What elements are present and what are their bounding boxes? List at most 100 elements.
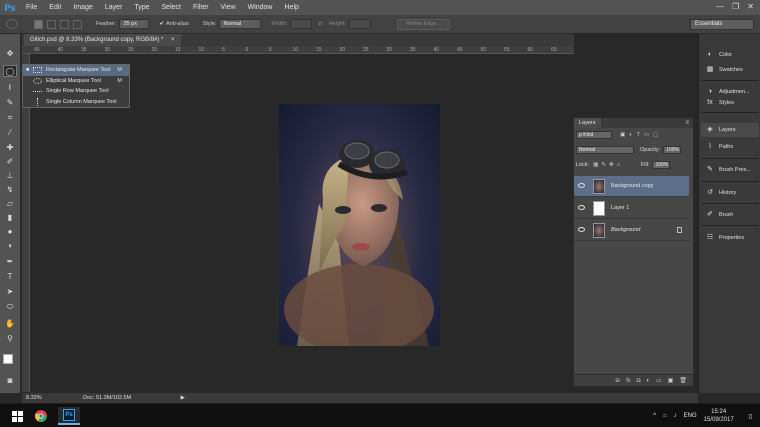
network-icon[interactable]: ⌂	[663, 413, 667, 419]
dodge-tool-icon[interactable]: ◖	[3, 240, 17, 252]
quick-selection-icon[interactable]: ✎	[3, 97, 17, 109]
width-input[interactable]	[290, 19, 313, 29]
pen-tool-icon[interactable]: ✒	[3, 256, 17, 268]
document-image[interactable]	[279, 104, 440, 346]
panel-styles[interactable]: fx Styles	[701, 99, 759, 107]
marquee-preset-icon[interactable]	[6, 19, 18, 29]
zoom-level[interactable]: 8.33%	[26, 395, 42, 401]
history-brush-icon[interactable]: ↯	[3, 184, 17, 196]
photoshop-taskbar-icon[interactable]: Ps	[58, 407, 80, 425]
subtract-selection-icon[interactable]	[60, 19, 69, 29]
panel-history[interactable]: ↺ History	[701, 186, 759, 200]
visibility-eye-icon[interactable]	[578, 205, 585, 210]
visibility-eye-icon[interactable]	[578, 227, 585, 232]
notifications-icon[interactable]: ▯	[749, 413, 752, 420]
lock-options-icons[interactable]: ▦✎✥⌂	[593, 162, 623, 168]
healing-brush-icon[interactable]: ✚	[3, 142, 17, 154]
delete-layer-icon[interactable]: 🗑	[679, 377, 687, 384]
language-indicator[interactable]: ENG	[684, 413, 697, 419]
menu-layer[interactable]: Layer	[99, 0, 129, 15]
panel-divider	[701, 181, 759, 182]
layer-row-background[interactable]: Background	[574, 220, 689, 241]
new-selection-icon[interactable]	[34, 19, 43, 29]
clock[interactable]: 15:24 15/09/2017	[704, 408, 734, 424]
menu-image[interactable]: Image	[67, 0, 98, 15]
flyout-single-column-marquee[interactable]: Single Column Marquee Tool	[23, 97, 129, 108]
lock-row: Lock: ▦✎✥⌂ Fill: 100%	[576, 160, 692, 170]
move-tool-icon[interactable]: ✥	[3, 48, 17, 60]
anti-alias-check-icon[interactable]: ✔	[159, 21, 164, 27]
clone-stamp-icon[interactable]: ⊥	[3, 170, 17, 182]
new-group-icon[interactable]: ▭	[656, 377, 662, 384]
close-icon[interactable]: ✕	[747, 2, 754, 11]
zoom-tool-icon[interactable]: ⚲	[3, 333, 17, 345]
path-selection-icon[interactable]: ➤	[3, 286, 17, 298]
chrome-icon[interactable]	[30, 407, 52, 425]
foreground-color-swatch[interactable]	[3, 354, 13, 364]
menu-filter[interactable]: Filter	[187, 0, 215, 15]
visibility-eye-icon[interactable]	[578, 183, 585, 188]
lasso-tool-icon[interactable]: ℓ	[3, 82, 17, 94]
style-select[interactable]: Normal	[219, 19, 262, 29]
menu-help[interactable]: Help	[279, 0, 305, 15]
adjustment-layer-icon[interactable]: ◐	[646, 378, 650, 384]
intersect-selection-icon[interactable]	[73, 19, 82, 29]
layer-row-background-copy[interactable]: Background copy	[574, 176, 689, 197]
menu-type[interactable]: Type	[128, 0, 155, 15]
panel-properties[interactable]: ☷ Properties	[701, 231, 759, 245]
blur-tool-icon[interactable]: ●	[3, 226, 17, 238]
flyout-rectangular-marquee[interactable]: ■ Rectangular Marquee Tool M	[23, 65, 129, 76]
panel-paths[interactable]: ⌇ Paths	[701, 140, 759, 154]
shape-tool-icon[interactable]: ⬭	[3, 301, 17, 313]
swap-dimensions-icon[interactable]: ⇄	[318, 21, 323, 27]
tray-expand-icon[interactable]: ^	[653, 413, 656, 419]
panel-brush[interactable]: ✐ Brush	[701, 208, 759, 222]
height-input[interactable]	[349, 19, 372, 29]
fill-input[interactable]: 100%	[652, 161, 671, 169]
flyout-single-row-marquee[interactable]: Single Row Marquee Tool	[23, 86, 129, 97]
link-layers-icon[interactable]: ⊖	[615, 377, 620, 384]
add-selection-icon[interactable]	[47, 19, 56, 29]
filter-type-icons[interactable]: ▣◐T▭▢	[620, 132, 662, 138]
blend-mode-select[interactable]: Normal	[576, 146, 634, 154]
status-menu-arrow-icon[interactable]: ▶	[181, 395, 185, 401]
panel-label: Paths	[719, 144, 734, 150]
feather-input[interactable]: 25 px	[119, 19, 150, 29]
filter-kind-select[interactable]: ρ Kind	[576, 131, 612, 139]
panel-color[interactable]: ◐ Color	[701, 48, 759, 62]
marquee-tool-icon[interactable]: ◯	[3, 65, 17, 77]
volume-icon[interactable]: ♪	[674, 413, 677, 419]
flyout-elliptical-marquee[interactable]: Elliptical Marquee Tool M	[23, 76, 129, 87]
type-tool-icon[interactable]: T	[3, 271, 17, 283]
quick-mask-icon[interactable]: ◙	[3, 375, 17, 387]
brush-tool-icon[interactable]: ✐	[3, 156, 17, 168]
panel-layers[interactable]: ◈ Layers	[701, 123, 759, 137]
panel-swatches[interactable]: ▦ Swatches	[701, 63, 759, 77]
document-tab[interactable]: Glitch.psd @ 8.33% (Background copy, RGB…	[24, 34, 181, 46]
restore-icon[interactable]: ❐	[732, 2, 739, 11]
menu-select[interactable]: Select	[156, 0, 187, 15]
menu-edit[interactable]: Edit	[43, 0, 67, 15]
menu-file[interactable]: File	[20, 0, 43, 15]
layer-style-icon[interactable]: fx	[626, 378, 631, 384]
refine-edge-button[interactable]: Refine Edge...	[397, 18, 450, 30]
layer-row-layer-1[interactable]: Layer 1	[574, 198, 689, 219]
layers-tab[interactable]: Layers	[574, 118, 601, 128]
minimize-icon[interactable]: —	[716, 2, 724, 11]
menu-view[interactable]: View	[215, 0, 242, 15]
new-layer-icon[interactable]: ▣	[668, 377, 674, 384]
crop-tool-icon[interactable]: ⌗	[3, 112, 17, 124]
eraser-icon[interactable]: ▱	[3, 198, 17, 210]
windows-start-icon[interactable]	[6, 407, 28, 425]
eyedropper-icon[interactable]: ⁄	[3, 127, 17, 139]
opacity-input[interactable]: 100%	[663, 146, 682, 154]
panel-menu-icon[interactable]: ≡	[685, 120, 689, 126]
panel-adjustments[interactable]: ◑ Adjustmen...	[701, 85, 759, 99]
add-mask-icon[interactable]: ◘	[637, 378, 641, 384]
workspace-select[interactable]: Essentials	[690, 19, 754, 30]
hand-tool-icon[interactable]: ✋	[3, 318, 17, 330]
menu-window[interactable]: Window	[242, 0, 279, 15]
close-tab-icon[interactable]: ×	[171, 37, 175, 43]
panel-brush-presets[interactable]: ✎ Brush Pres...	[701, 163, 759, 177]
gradient-tool-icon[interactable]: ▮	[3, 212, 17, 224]
